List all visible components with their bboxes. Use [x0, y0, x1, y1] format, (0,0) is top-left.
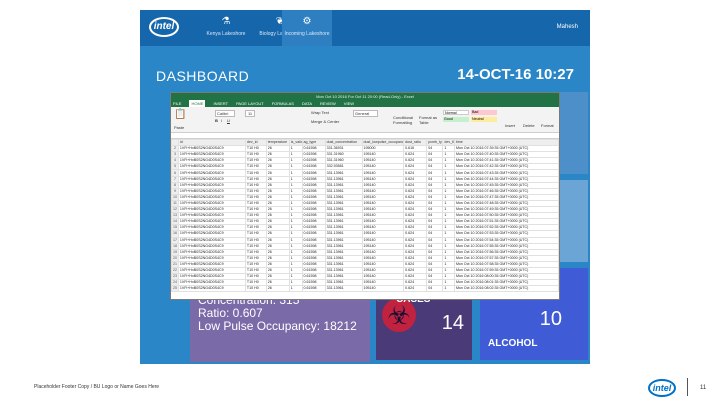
- font-size-select[interactable]: 11: [245, 110, 256, 117]
- spreadsheet-grid: id dev_id temperature is_valid ag_type dust_c…: [171, 138, 559, 293]
- user-name[interactable]: Mahesh: [557, 24, 578, 30]
- merge-center-button[interactable]: Merge & Center: [311, 119, 339, 124]
- style-normal[interactable]: Normal: [443, 110, 469, 115]
- font-select[interactable]: Calibri: [215, 110, 236, 117]
- format-button[interactable]: Format: [541, 123, 554, 128]
- table-cell[interactable]: Mon Oct 10 2016 08:02:35 GMT+0000 (UTC): [453, 285, 559, 293]
- format-as-table-button[interactable]: Format as Table: [419, 115, 439, 125]
- excel-window: Mon Oct 10 2016 For Oct 11 20:00 (Read-O…: [170, 92, 560, 300]
- info-tile[interactable]: [558, 92, 588, 174]
- column-header[interactable]: dust_lowpulse_occupancy: [361, 138, 405, 147]
- table-cell[interactable]: T10 H0: [244, 285, 267, 293]
- table-cell[interactable]: 331.13961: [324, 285, 363, 293]
- ribbon-tab[interactable]: REVIEW: [320, 100, 336, 107]
- excel-title: Mon Oct 10 2016 For Oct 11 20:00 (Read-O…: [171, 93, 559, 100]
- ribbon-tab[interactable]: DATA: [302, 100, 312, 107]
- style-good[interactable]: Good: [443, 117, 469, 122]
- footer-text: Placeholder Footer Copy / BU Logo or Nam…: [34, 384, 160, 390]
- conditional-formatting-button[interactable]: Conditional Formatting: [393, 115, 415, 125]
- column-header[interactable]: temperature: [265, 138, 290, 147]
- footer-divider: [687, 378, 688, 396]
- column-header[interactable]: is_valid: [288, 138, 303, 147]
- alcohol-label: ALCOHOL: [488, 338, 538, 349]
- low-pulse-value: Low Pulse Occupancy: 18212: [198, 319, 357, 333]
- cases-value: 14: [441, 312, 464, 334]
- ribbon-tab[interactable]: HOME: [189, 100, 206, 107]
- dashboard-date: 14-OCT-16 10:27: [457, 66, 574, 83]
- bold-button[interactable]: B: [215, 118, 218, 123]
- underline-button[interactable]: U: [227, 118, 230, 123]
- alcohol-value: 10: [539, 308, 562, 330]
- ribbon-tab[interactable]: PAGE LAYOUT: [236, 100, 264, 107]
- slide: intel ⚗ Kenya Lakeshore ❦ Biology Lakesh…: [0, 0, 720, 405]
- ribbon-tab[interactable]: VIEW: [344, 100, 354, 107]
- info-tile[interactable]: [558, 180, 588, 262]
- ribbon-tabs: FILE HOME INSERT PAGE LAYOUT FORMULAS DATA REV…: [171, 100, 559, 107]
- row-number[interactable]: 25: [171, 285, 179, 293]
- intel-logo: intel: [648, 379, 676, 397]
- table-cell[interactable]: 1: [442, 285, 455, 293]
- italic-button[interactable]: I: [221, 118, 222, 123]
- paste-icon[interactable]: 📋: [174, 109, 186, 120]
- table-cell[interactable]: 04: [426, 285, 444, 293]
- table-cell[interactable]: 1VFi+HxB0S2NG4D0S4C9: [177, 285, 246, 293]
- column-header[interactable]: dev_time: [442, 138, 455, 147]
- delete-button[interactable]: Delete: [523, 123, 535, 128]
- column-header[interactable]: pcmb_type: [426, 138, 444, 147]
- table-cell[interactable]: 0.61598: [301, 285, 326, 293]
- style-bad[interactable]: Bad: [471, 110, 497, 115]
- table-cell[interactable]: 195140: [361, 285, 405, 293]
- page-number: 11: [700, 385, 707, 391]
- table-cell[interactable]: 1: [288, 285, 303, 293]
- insert-button[interactable]: Insert: [505, 123, 515, 128]
- number-format-select[interactable]: General: [353, 110, 379, 117]
- nav-tab-label: Kenya Lakeshore: [206, 31, 246, 37]
- paste-button[interactable]: Paste: [174, 125, 184, 130]
- style-neutral[interactable]: Neutral: [471, 117, 497, 122]
- gear-icon: ⚙: [302, 16, 312, 27]
- table-cell[interactable]: 0.624: [403, 285, 428, 293]
- ribbon-tab[interactable]: INSERT: [213, 100, 228, 107]
- nav-tab-kenya[interactable]: ⚗ Kenya Lakeshore: [202, 10, 250, 46]
- wrap-text-button[interactable]: Wrap Text: [311, 110, 329, 115]
- table-row: 25 1VFi+HxB0S2NG4D0S4C9 T10 H0 26 1 0.61598 33…: [171, 285, 559, 293]
- column-header[interactable]: dust_concentration: [324, 138, 363, 147]
- nav-tab-incoming[interactable]: ⚙ Incoming Lakeshore: [282, 10, 332, 46]
- table-cell[interactable]: 26: [265, 285, 290, 293]
- ribbon: 📋 Paste Calibri 11 B I U Wrap Text Merge…: [171, 107, 559, 133]
- intel-logo: intel: [149, 17, 179, 37]
- flask-icon: ⚗: [221, 16, 231, 27]
- dashboard-title: DASHBOARD: [156, 68, 250, 84]
- ribbon-tab[interactable]: FILE: [173, 100, 181, 107]
- dashboard-nav-bar: intel ⚗ Kenya Lakeshore ❦ Biology Lakesh…: [140, 10, 590, 46]
- nav-tab-label: Incoming Lakeshore: [284, 31, 330, 37]
- ribbon-tab[interactable]: FORMULAS: [272, 100, 294, 107]
